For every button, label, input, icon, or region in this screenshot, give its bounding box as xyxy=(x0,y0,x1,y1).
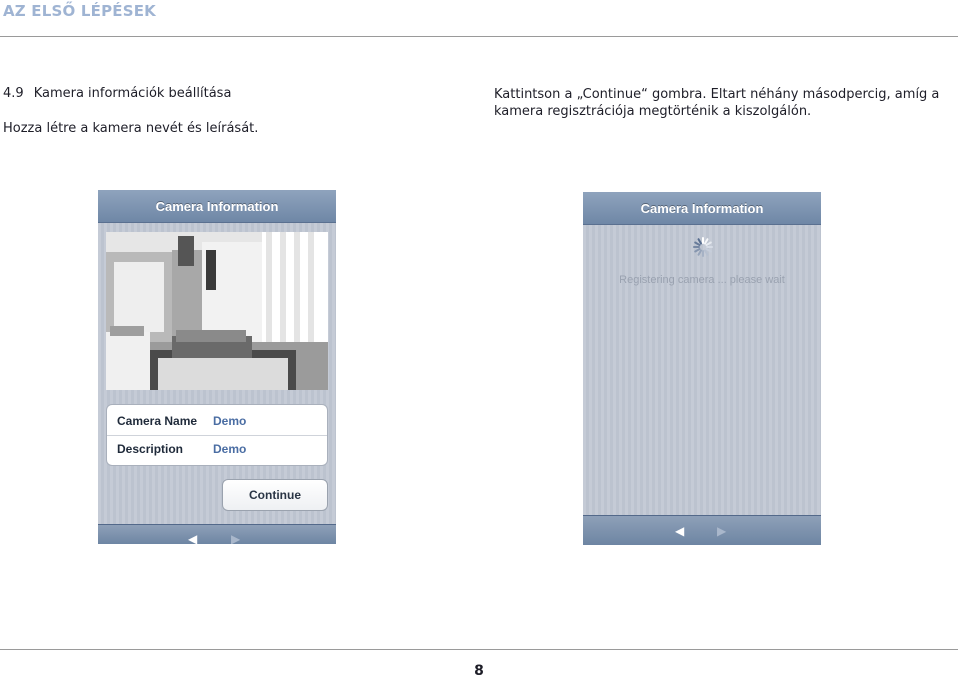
page-header-title: AZ ELSŐ LÉPÉSEK xyxy=(3,2,157,20)
back-arrow-icon[interactable]: ◀ xyxy=(188,533,197,544)
nav-title: Camera Information xyxy=(155,198,279,214)
nav-bar: Camera Information xyxy=(583,192,821,225)
back-arrow-icon[interactable]: ◀ xyxy=(675,525,684,537)
camera-name-value[interactable]: Demo xyxy=(213,414,246,428)
camera-info-screen: Camera Information Camera Name Demo Desc… xyxy=(98,190,336,544)
section-number: 4.9 xyxy=(3,86,24,101)
nav-title: Camera Information xyxy=(640,200,764,216)
page-number: 8 xyxy=(474,663,484,679)
camera-preview-image xyxy=(106,232,328,390)
header-divider xyxy=(0,36,958,37)
right-instruction: Kattintson a „Continue“ gombra. Eltart n… xyxy=(494,87,940,119)
forward-arrow-icon[interactable]: ▶ xyxy=(717,525,726,537)
camera-name-row[interactable]: Camera Name Demo xyxy=(107,407,327,435)
camera-info-fields: Camera Name Demo Description Demo xyxy=(106,404,328,466)
left-instruction: Hozza létre a kamera nevét és leírását. xyxy=(3,121,259,136)
forward-arrow-icon[interactable]: ▶ xyxy=(231,533,240,544)
spinner-icon xyxy=(693,237,713,257)
registering-status-text: Registering camera ... please wait xyxy=(619,274,785,286)
nav-bar: Camera Information xyxy=(98,190,336,223)
registering-screen: Camera Information Registering camera ..… xyxy=(583,192,821,545)
continue-button[interactable]: Continue xyxy=(222,479,328,511)
footer-divider xyxy=(0,649,958,650)
bottom-toolbar: ◀ ▶ xyxy=(583,515,821,545)
description-label: Description xyxy=(117,442,184,456)
section-title: Kamera információk beállítása xyxy=(33,86,232,101)
section-heading: 4.9 Kamera információk beállítása xyxy=(3,86,231,101)
bottom-toolbar: ◀ ▶ xyxy=(98,524,336,544)
camera-name-label: Camera Name xyxy=(117,414,198,428)
description-row[interactable]: Description Demo xyxy=(107,435,327,463)
description-value[interactable]: Demo xyxy=(213,442,246,456)
